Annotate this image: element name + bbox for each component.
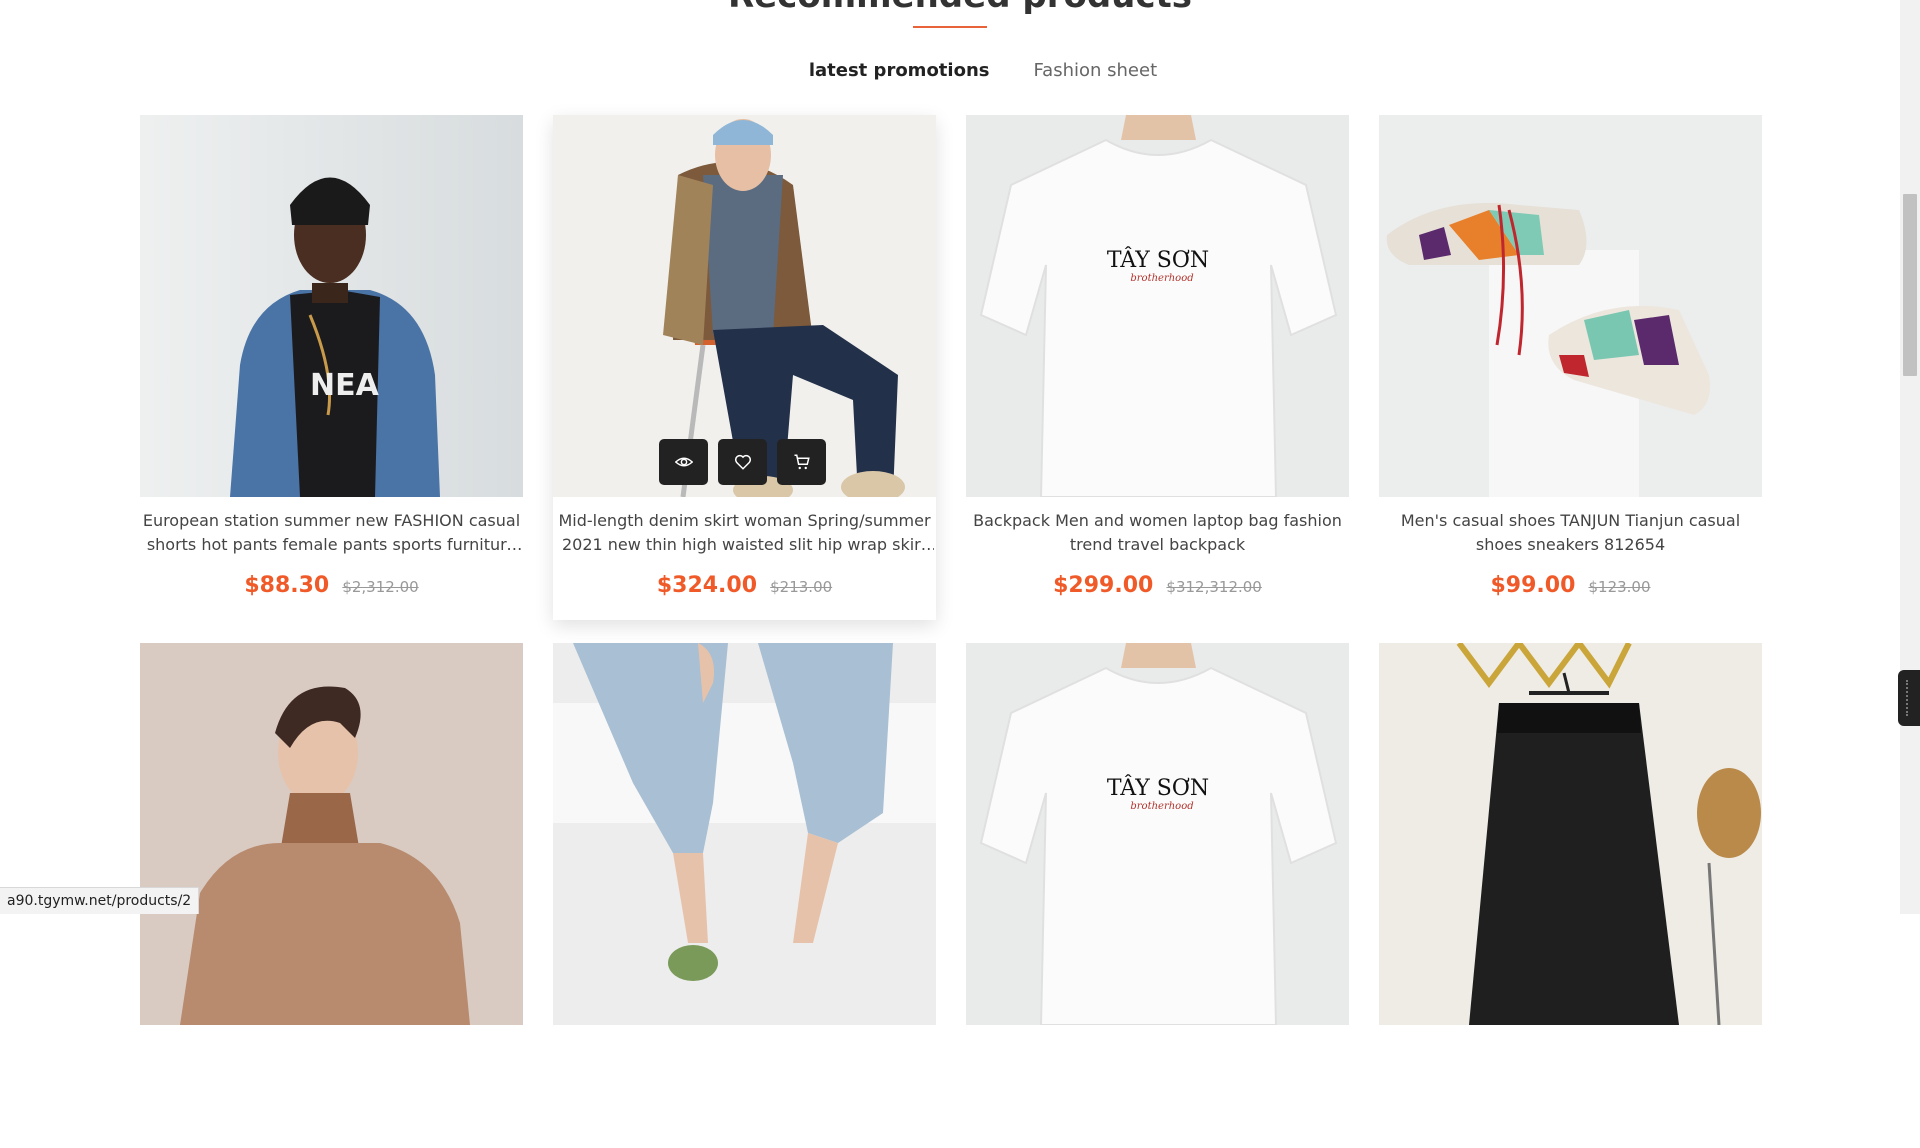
- product-old-price: $2,312.00: [342, 578, 419, 596]
- side-widget-tab[interactable]: [1898, 670, 1920, 726]
- product-name[interactable]: Mid-length denim skirt woman Spring/summ…: [555, 509, 934, 557]
- tshirt-brand: TÂY SƠN: [1107, 246, 1209, 273]
- product-price: $324.00: [656, 573, 758, 598]
- tshirt-brand: TÂY SƠN: [1107, 774, 1209, 801]
- tshirt-tagline: brotherhood: [1130, 273, 1193, 284]
- product-name[interactable]: [142, 1037, 521, 1085]
- product-image[interactable]: [553, 115, 936, 497]
- product-card[interactable]: Men's casual shoes TANJUN Tianjun casual…: [1379, 115, 1762, 620]
- add-to-wishlist-button[interactable]: [718, 439, 767, 485]
- product-name[interactable]: [968, 1037, 1347, 1085]
- product-name[interactable]: Backpack Men and women laptop bag fashio…: [968, 509, 1347, 557]
- product-grid: NEA European station summer new FASHION …: [140, 115, 1762, 1148]
- tab-latest-promotions[interactable]: latest promotions: [807, 58, 992, 84]
- page-scrollbar[interactable]: [1900, 0, 1920, 914]
- product-old-price: $312,312.00: [1166, 578, 1262, 596]
- section-title: Recommended products: [0, 0, 1920, 16]
- eye-icon: [674, 453, 693, 471]
- product-card[interactable]: [553, 643, 936, 1148]
- product-price: $99.00: [1490, 573, 1576, 598]
- heart-icon: [734, 453, 752, 471]
- product-name[interactable]: [555, 1037, 934, 1085]
- status-bar-url: a90.tgymw.net/products/2: [0, 887, 200, 914]
- product-name[interactable]: European station summer new FASHION casu…: [142, 509, 521, 557]
- quick-actions: [659, 439, 826, 485]
- product-card[interactable]: TÂY SƠN brotherhood Backpack Men and wom…: [966, 115, 1349, 620]
- product-card[interactable]: [1379, 643, 1762, 1148]
- product-image[interactable]: [140, 643, 523, 1025]
- product-card[interactable]: Mid-length denim skirt woman Spring/summ…: [553, 115, 936, 620]
- product-name[interactable]: Men's casual shoes TANJUN Tianjun casual…: [1381, 509, 1760, 557]
- svg-text:NEA: NEA: [310, 368, 380, 403]
- product-tabs: latest promotions Fashion sheet: [0, 58, 1920, 84]
- product-card[interactable]: NEA European station summer new FASHION …: [140, 115, 523, 620]
- product-image[interactable]: TÂY SƠN brotherhood: [966, 115, 1349, 497]
- product-name[interactable]: [1381, 1037, 1760, 1085]
- product-image[interactable]: [1379, 115, 1762, 497]
- product-card[interactable]: TÂY SƠN brotherhood: [966, 643, 1349, 1148]
- product-image[interactable]: [1379, 643, 1762, 1025]
- product-price: $299.00: [1053, 573, 1154, 598]
- title-underline: [913, 26, 987, 28]
- product-image[interactable]: TÂY SƠN brotherhood: [966, 643, 1349, 1025]
- product-image[interactable]: NEA: [140, 115, 523, 497]
- product-old-price: $213.00: [770, 578, 833, 596]
- tab-fashion-sheet[interactable]: Fashion sheet: [1031, 58, 1159, 84]
- product-old-price: $123.00: [1588, 578, 1651, 596]
- cart-icon: [793, 453, 811, 471]
- quick-view-button[interactable]: [659, 439, 708, 485]
- scrollbar-thumb[interactable]: [1903, 194, 1917, 376]
- add-to-cart-button[interactable]: [777, 439, 826, 485]
- tshirt-tagline: brotherhood: [1130, 801, 1193, 812]
- product-image[interactable]: [553, 643, 936, 1025]
- product-price: $88.30: [244, 573, 330, 598]
